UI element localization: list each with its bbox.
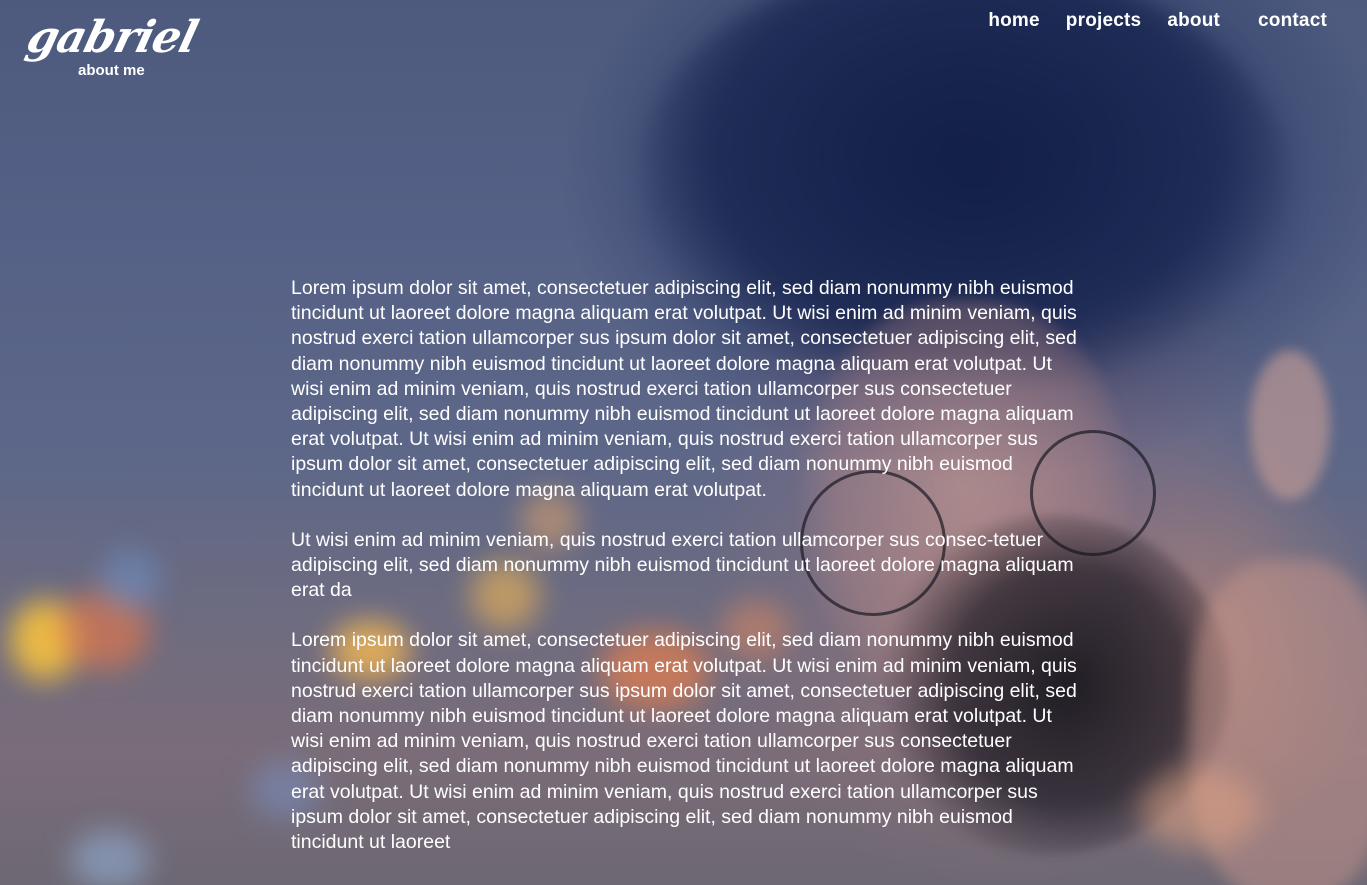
bokeh-light [1140,770,1260,850]
nav-link-home[interactable]: home [988,10,1039,32]
nav-link-contact[interactable]: contact [1258,10,1327,32]
site-logo[interactable]: gabriel about me [22,12,202,84]
about-content: Lorem ipsum dolor sit amet, consectetuer… [291,276,1081,880]
paragraph: Ut wisi enim ad minim veniam, quis nostr… [291,528,1074,602]
bokeh-light [100,550,160,610]
logo-wordmark: gabriel [21,12,203,63]
main-nav: home projects about contact [988,10,1327,32]
nav-link-projects[interactable]: projects [1066,10,1142,32]
photo-ear [1250,350,1330,500]
bokeh-light [70,830,150,885]
paragraph: Lorem ipsum dolor sit amet, consectetuer… [291,277,1077,501]
page-subtitle: about me [78,62,145,79]
paragraph: Lorem ipsum dolor sit amet, consectetuer… [291,629,1077,854]
nav-link-about[interactable]: about [1167,10,1220,32]
